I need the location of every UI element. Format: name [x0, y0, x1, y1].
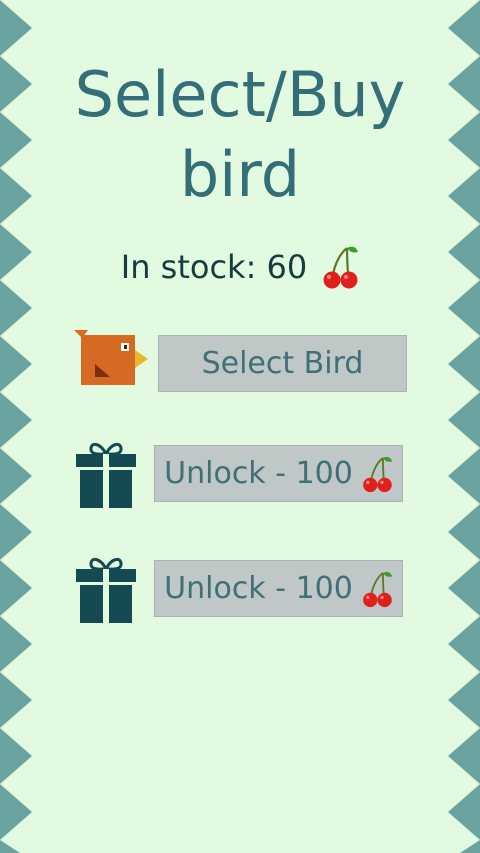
bird-row-3: Unlock - 100 [0, 555, 480, 623]
cherry-icon [323, 246, 359, 289]
unlock-bird-2-label: Unlock - 100 [164, 456, 353, 491]
unlock-bird-2-button[interactable]: Unlock - 100 [154, 445, 403, 502]
bird-row-2: Unlock - 100 [0, 440, 480, 508]
gift-icon [76, 558, 136, 623]
gift-icon [76, 443, 136, 508]
title-line-1: Select/Buy [74, 58, 406, 131]
page-title: Select/Buy bird [0, 55, 480, 215]
bird-icon [74, 330, 148, 385]
bird-row-1: Select Bird [0, 330, 480, 394]
select-bird-label: Select Bird [201, 346, 364, 381]
cherry-icon [362, 571, 393, 607]
cherry-icon [362, 456, 393, 492]
title-line-2: bird [179, 138, 301, 211]
cherry-stock: In stock: 60 [0, 244, 480, 290]
unlock-bird-3-button[interactable]: Unlock - 100 [154, 560, 403, 617]
unlock-bird-3-label: Unlock - 100 [164, 571, 353, 606]
select-bird-button[interactable]: Select Bird [158, 335, 407, 392]
stock-label: In stock: 60 [120, 248, 308, 286]
